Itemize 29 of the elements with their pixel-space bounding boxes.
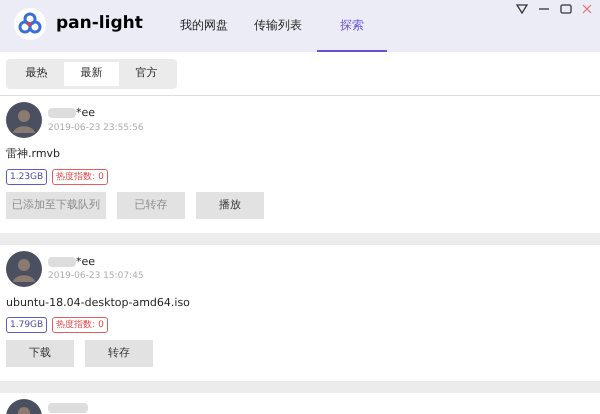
action-button[interactable]: 播放	[196, 192, 264, 218]
sub-tab[interactable]: 最热	[9, 62, 64, 86]
avatar	[6, 102, 42, 138]
user-name: *ee	[76, 105, 96, 121]
avatar	[6, 250, 42, 286]
app-name: pan-light	[56, 12, 143, 36]
sub-tab[interactable]: 最新	[64, 62, 119, 86]
close-icon[interactable]	[582, 4, 592, 14]
post-time: 2019-06-23 23:55:56	[48, 122, 144, 134]
blurred-name-block	[48, 108, 76, 118]
dropdown-icon[interactable]	[516, 4, 528, 14]
cloud-logo-icon	[14, 8, 46, 40]
heat-tag: 热度指数: 0	[52, 168, 108, 184]
action-button[interactable]: 下载	[6, 340, 74, 367]
size-tag: 1.79GB	[6, 317, 48, 333]
blurred-name-block	[48, 403, 88, 413]
nav-tab[interactable]: 探索	[316, 0, 387, 52]
heat-tag: 热度指数: 0	[52, 317, 108, 333]
nav-tab[interactable]: 我的网盘	[168, 0, 239, 52]
blurred-name-block	[48, 256, 76, 267]
sub-tab[interactable]: 官方	[119, 62, 174, 86]
post-time: 2019-06-23 15:07:45	[48, 270, 144, 283]
user-name: *ee	[76, 254, 96, 270]
maximize-icon[interactable]	[560, 4, 572, 14]
action-button[interactable]: 转存	[85, 340, 153, 367]
nav-tab[interactable]: 传输列表	[242, 0, 313, 52]
size-tag: 1.23GB	[6, 168, 48, 184]
file-name: 雷神.rmvb	[6, 146, 62, 162]
file-name: ubuntu-18.04-desktop-amd64.iso	[6, 294, 191, 310]
